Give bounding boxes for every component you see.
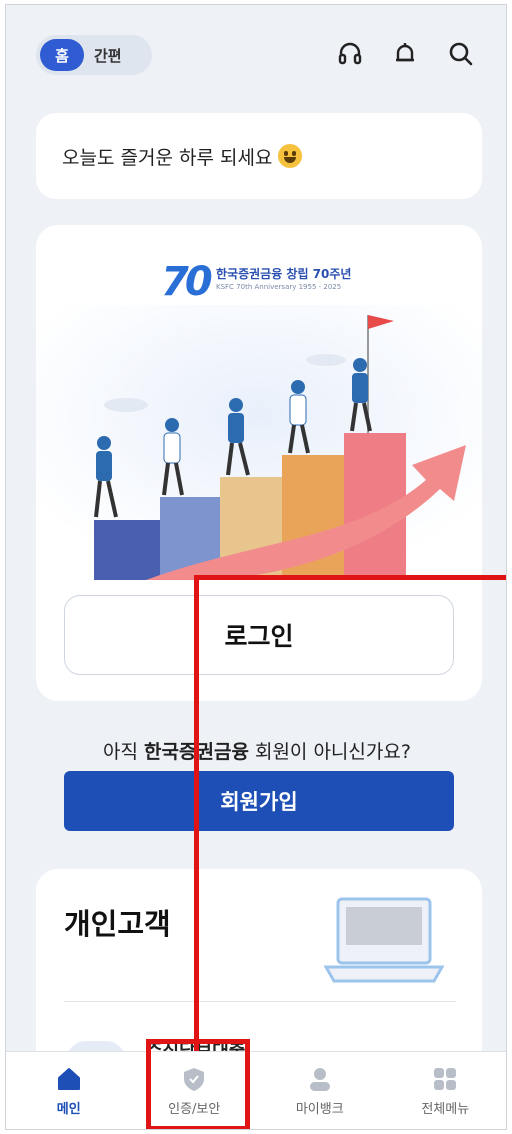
nav-main-label: 메인 (56, 1102, 81, 1117)
headset-icon[interactable] (333, 37, 367, 71)
login-button[interactable]: 로그인 (64, 595, 454, 675)
bottom-navigation: 메인 인증/보안 마이뱅크 전체메뉴 (6, 1051, 507, 1129)
anniversary-logo-title: 한국증권금융 창립 70주년 (216, 267, 352, 281)
nav-all-menu-label: 전체메뉴 (421, 1102, 470, 1117)
grid-icon (434, 1068, 457, 1090)
app-screen: 홈 간편 오늘도 즐거운 하루 되세요 70 한국증권금융 창립 70주년 KS… (5, 4, 507, 1130)
person-icon (309, 1068, 330, 1091)
climbing-team-illustration (36, 305, 482, 580)
highlight-line-horizontal (194, 575, 506, 580)
signup-prompt-pre: 아직 (103, 741, 145, 763)
search-icon[interactable] (444, 37, 478, 71)
signup-prompt-post: 회원이 아니신가요? (248, 741, 411, 763)
card-divider (64, 1001, 456, 1002)
nav-all-menu[interactable]: 전체메뉴 (383, 1052, 507, 1129)
home-icon (57, 1068, 80, 1090)
signup-prompt: 아직 한국증권금융 회원이 아니신가요? (6, 737, 506, 764)
bell-icon[interactable] (388, 37, 422, 71)
nav-mybank[interactable]: 마이뱅크 (257, 1052, 383, 1129)
toggle-home[interactable]: 홈 (40, 39, 84, 71)
laptop-icon (324, 897, 444, 983)
toggle-simple[interactable]: 간편 (94, 35, 122, 75)
anniversary-logo-number: 70 (161, 259, 213, 305)
home-simple-toggle[interactable]: 홈 간편 (36, 35, 152, 75)
greeting-card: 오늘도 즐거운 하루 되세요 (36, 113, 482, 199)
anniversary-logo-subtitle: KSFC 70th Anniversary 1955 - 2025 (216, 283, 342, 291)
nav-main[interactable]: 메인 (6, 1052, 132, 1129)
grinning-face-icon (278, 144, 303, 168)
highlight-box-auth-security (146, 1039, 250, 1129)
signup-button[interactable]: 회원가입 (64, 771, 454, 831)
nav-mybank-label: 마이뱅크 (295, 1102, 344, 1117)
highlight-line-vertical (194, 575, 199, 1055)
personal-customer-title: 개인고객 (64, 907, 171, 941)
greeting-text: 오늘도 즐거운 하루 되세요 (62, 146, 273, 169)
anniversary-banner[interactable]: 70 한국증권금융 창립 70주년 KSFC 70th Anniversary … (36, 225, 482, 701)
